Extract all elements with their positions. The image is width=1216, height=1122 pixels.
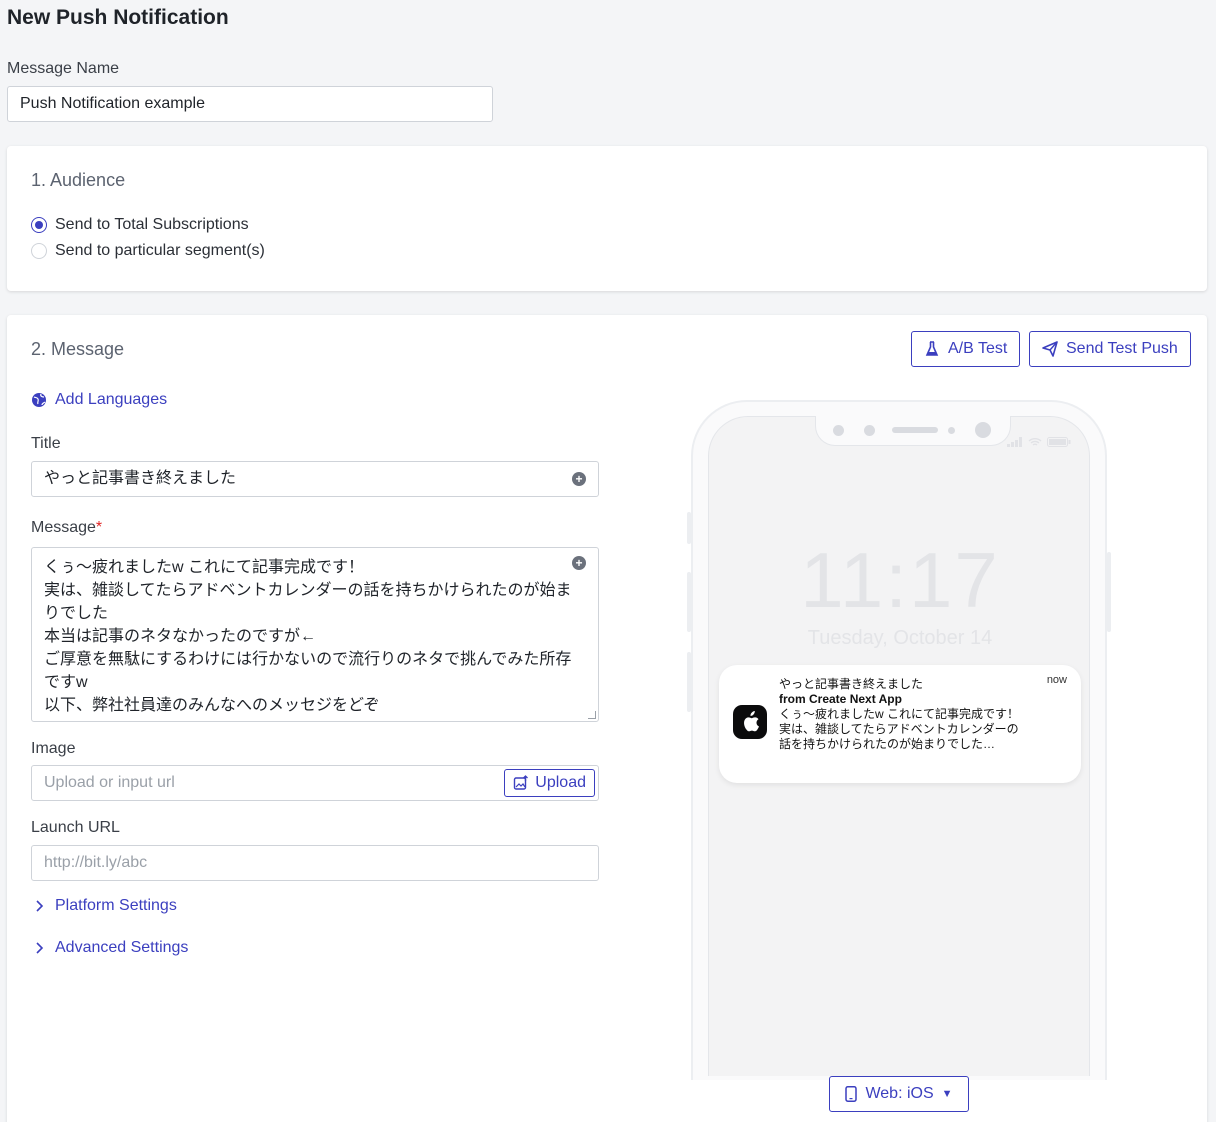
radio-label: Send to Total Subscriptions xyxy=(55,216,249,233)
mobile-phone-icon xyxy=(845,1086,858,1102)
advanced-settings-toggle[interactable]: Advanced Settings xyxy=(31,939,188,957)
phone-preview: 11:17 Tuesday, October 14 now やっと記事書き終えま… xyxy=(687,400,1111,1080)
flask-icon xyxy=(925,341,939,356)
radio-button-unchecked[interactable] xyxy=(31,243,47,259)
message-section-title: 2. Message xyxy=(31,339,125,359)
upload-label: Upload xyxy=(535,774,586,791)
plus-circle-icon[interactable]: + xyxy=(572,556,586,570)
phone-screen: 11:17 Tuesday, October 14 now やっと記事書き終えま… xyxy=(708,416,1090,1076)
platform-select-label: Web: iOS xyxy=(865,1085,934,1102)
title-input[interactable]: やっと記事書き終えました + xyxy=(31,461,599,497)
add-languages-label: Add Languages xyxy=(55,391,168,408)
front-camera xyxy=(975,422,991,438)
notification-time: now xyxy=(1046,674,1067,686)
radio-button-checked[interactable] xyxy=(31,217,47,233)
audience-card: 1. Audience Send to Total Subscriptions … xyxy=(7,146,1207,291)
battery-icon xyxy=(1047,437,1071,447)
signal-icon xyxy=(1007,437,1022,447)
lockscreen-date: Tuesday, October 14 xyxy=(807,627,993,649)
paper-plane-icon xyxy=(1042,341,1058,357)
message-name-input[interactable]: Push Notification example xyxy=(7,86,493,122)
send-test-push-button[interactable]: Send Test Push xyxy=(1029,331,1191,367)
notification-app-name: from Create Next App xyxy=(779,692,902,706)
globe-icon xyxy=(32,393,46,407)
ab-test-button[interactable]: A/B Test xyxy=(911,331,1021,367)
upload-button[interactable]: Upload xyxy=(504,769,595,797)
platform-settings-label: Platform Settings xyxy=(55,897,177,914)
required-mark: * xyxy=(95,519,103,536)
chevron-right-icon xyxy=(36,900,44,912)
audience-section-title: 1. Audience xyxy=(31,170,126,190)
launch-url-label: Launch URL xyxy=(31,819,120,836)
image-upload-icon xyxy=(514,775,529,790)
apple-logo-icon xyxy=(733,705,767,739)
platform-settings-toggle[interactable]: Platform Settings xyxy=(31,897,177,915)
camera-dot xyxy=(833,425,844,436)
title-value: やっと記事書き終えました xyxy=(44,470,237,487)
speaker-grille xyxy=(892,427,938,433)
advanced-settings-label: Advanced Settings xyxy=(55,939,189,956)
notification-content: やっと記事書き終えました from Create Next App くぅ〜疲れま… xyxy=(779,677,1029,752)
sensor-dot xyxy=(864,425,875,436)
add-languages-link[interactable]: Add Languages xyxy=(31,391,167,409)
message-value: くぅ〜疲れましたw これにて記事完成です！ 実は、雑談してたらアドベントカレンダ… xyxy=(44,559,572,714)
message-label-text: Message xyxy=(31,519,96,536)
notification-preview: now やっと記事書き終えました from Create Next App くぅ… xyxy=(719,665,1081,783)
title-label: Title xyxy=(31,435,61,452)
notification-title: やっと記事書き終えました xyxy=(779,677,924,691)
image-label: Image xyxy=(31,740,76,757)
message-label: Message* xyxy=(31,519,102,537)
chevron-right-icon xyxy=(36,942,44,954)
radio-total-subscriptions[interactable]: Send to Total Subscriptions xyxy=(31,216,249,234)
radio-particular-segments[interactable]: Send to particular segment(s) xyxy=(31,242,265,260)
message-textarea[interactable]: + くぅ〜疲れましたw これにて記事完成です！ 実は、雑談してたらアドベントカレン… xyxy=(31,547,599,722)
launch-url-input[interactable]: http://bit.ly/abc xyxy=(31,845,599,881)
platform-select[interactable]: Web: iOS ▼ xyxy=(829,1076,969,1112)
sensor-dot xyxy=(948,427,955,434)
phone-power-button xyxy=(1107,552,1111,632)
caret-down-icon: ▼ xyxy=(941,1088,953,1100)
resize-handle-icon[interactable] xyxy=(588,711,596,719)
phone-notch xyxy=(815,416,1011,446)
image-url-input[interactable]: Upload or input url Upload xyxy=(31,765,599,801)
message-name-label: Message Name xyxy=(7,60,120,77)
wifi-icon xyxy=(1028,438,1042,446)
plus-circle-icon[interactable]: + xyxy=(572,472,586,486)
page-title: New Push Notification xyxy=(7,6,229,29)
launch-url-placeholder: http://bit.ly/abc xyxy=(44,854,148,871)
status-bar xyxy=(1007,437,1071,447)
message-card: 2. Message A/B Test Send Test Push Add L… xyxy=(7,315,1207,1122)
notification-body: くぅ〜疲れましたw これにて記事完成です！ 実は、雑談してたらアドベントカレンダ… xyxy=(779,707,1020,751)
image-placeholder: Upload or input url xyxy=(44,774,175,791)
radio-label: Send to particular segment(s) xyxy=(55,242,265,259)
send-test-push-label: Send Test Push xyxy=(1066,340,1178,357)
ab-test-label: A/B Test xyxy=(948,340,1008,357)
lockscreen-time: 11:17 xyxy=(800,536,1000,624)
